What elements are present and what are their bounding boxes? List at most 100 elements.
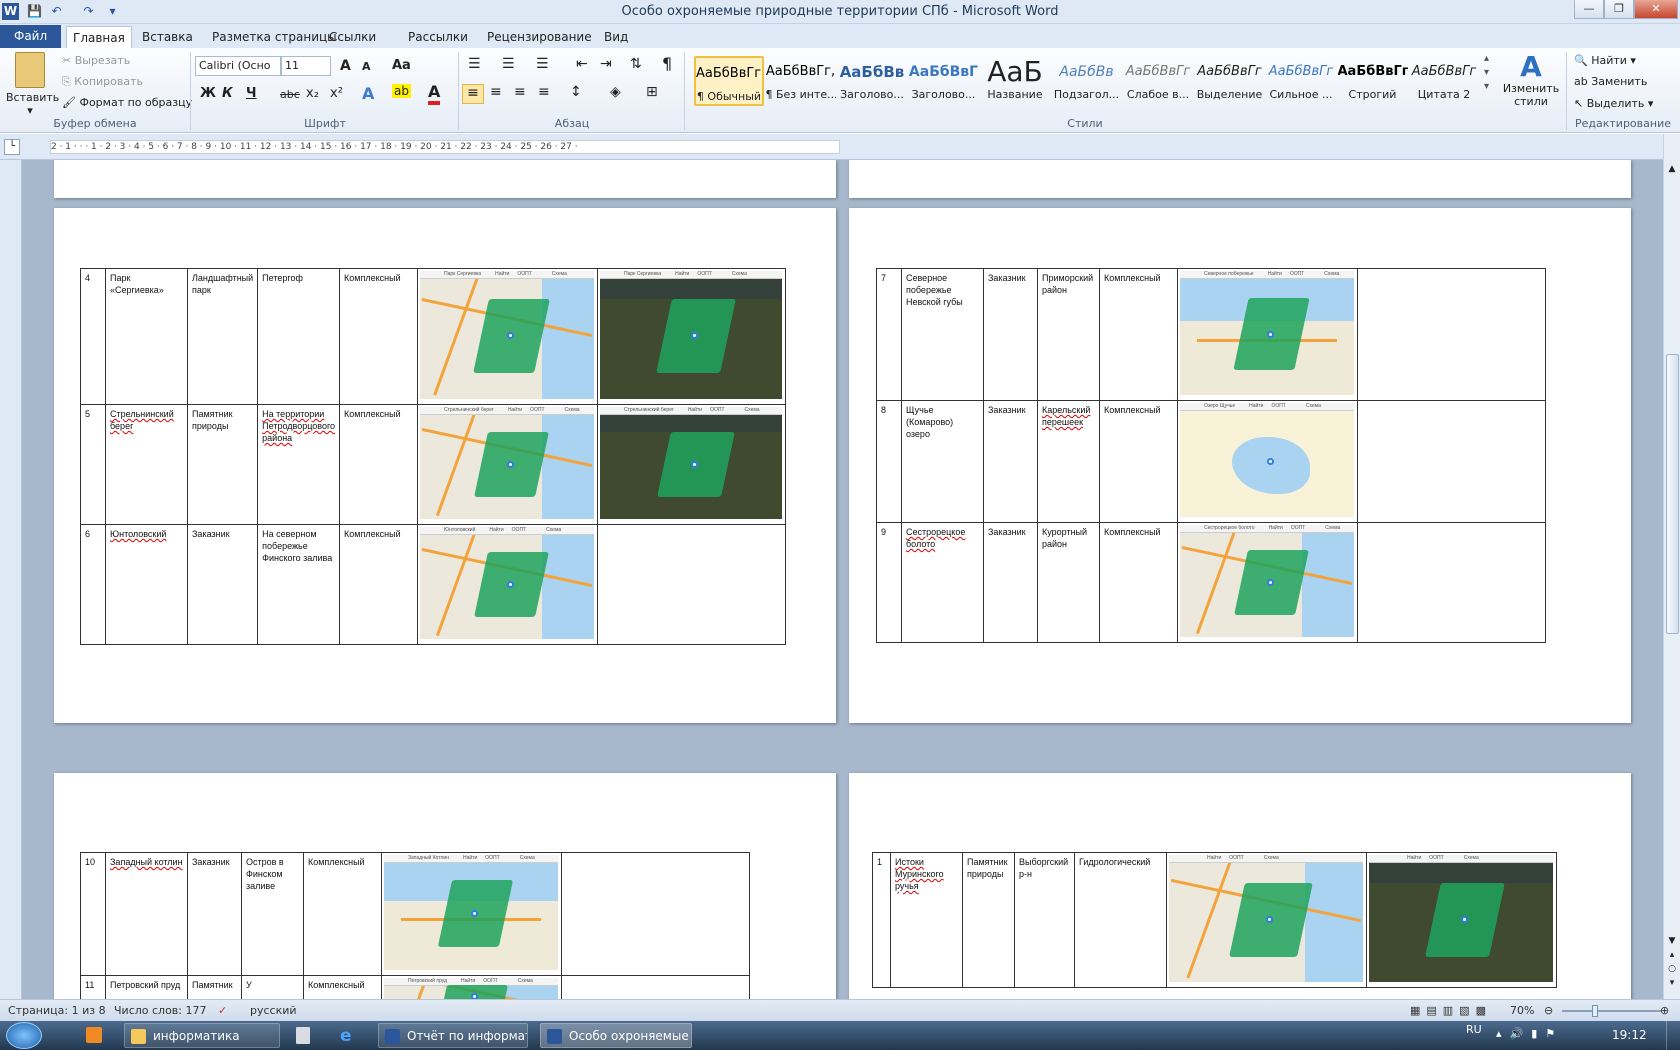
table-cell-map[interactable]: Озеро Щучье Найти ООПТ Схема xyxy=(1177,400,1358,523)
start-button[interactable] xyxy=(6,1022,42,1049)
table-cell-n[interactable]: 7 xyxy=(876,268,902,401)
underline-button[interactable]: Ч xyxy=(246,86,257,101)
tab-view[interactable]: Вид xyxy=(600,26,632,48)
shading-icon[interactable]: ◈ xyxy=(610,84,621,100)
tab-insert[interactable]: Вставка xyxy=(138,26,197,48)
notepad-icon[interactable] xyxy=(296,1027,310,1044)
document-area[interactable]: 4 Парк «Сергиевка» Ландшафтный парк Петерго… xyxy=(0,160,1665,999)
paste-button[interactable]: Вставить ▾ xyxy=(6,52,59,117)
style-item[interactable]: АаБ Название xyxy=(980,56,1050,106)
justify-icon[interactable]: ≡ xyxy=(538,84,550,100)
align-center-icon[interactable]: ≡ xyxy=(490,84,502,100)
table-cell-name[interactable]: Истоки Муринского ручья xyxy=(890,852,963,988)
word-count[interactable]: Число слов: 177 xyxy=(114,1004,207,1017)
clock[interactable]: 19:12 xyxy=(1612,1028,1647,1042)
page-count[interactable]: Страница: 1 из 8 xyxy=(8,1004,106,1017)
align-right-icon[interactable]: ≡ xyxy=(514,84,526,100)
text-effects-button[interactable]: A xyxy=(362,84,374,103)
table-cell-profile[interactable]: Комплексный xyxy=(303,975,382,999)
vertical-ruler[interactable] xyxy=(0,160,22,999)
table-cell-loc[interactable]: На северном побережье Финского залива xyxy=(257,524,341,645)
style-item[interactable]: АаБбВвГг Слабое в... xyxy=(1123,56,1193,106)
tab-mailings[interactable]: Рассылки xyxy=(404,26,472,48)
style-item[interactable]: АаБбВв Подзагол... xyxy=(1052,56,1122,106)
decrease-indent-icon[interactable]: ⇤ xyxy=(576,56,588,72)
table-cell-name[interactable]: Парк «Сергиевка» xyxy=(105,268,188,405)
gallery-scroll[interactable]: ▴ ▾ ▾ xyxy=(1484,52,1489,94)
italic-button[interactable]: К xyxy=(222,86,233,101)
multilevel-list-icon[interactable]: ☰ xyxy=(536,56,549,72)
table-cell-type[interactable]: Памятник xyxy=(187,975,242,999)
style-item[interactable]: АаБбВв Заголово... xyxy=(837,56,907,106)
bold-button[interactable]: Ж xyxy=(200,86,216,101)
scroll-down-icon[interactable]: ▼ ▴ ○ ▾ xyxy=(1666,934,1678,990)
table-cell-map[interactable]: Найти ООПТ Схема xyxy=(1166,852,1367,988)
table-cell-loc[interactable]: Петергоф xyxy=(257,268,341,405)
table-cell-type[interactable]: Заказник xyxy=(983,400,1038,523)
table-cell-n[interactable]: 4 xyxy=(80,268,106,405)
copy-button[interactable]: ⎘ Копировать xyxy=(62,75,143,89)
grow-font-button[interactable]: A xyxy=(340,58,351,74)
table-cell-type[interactable]: Ландшафтный парк xyxy=(186,268,259,405)
media-player-icon[interactable] xyxy=(86,1027,102,1043)
table-cell-profile[interactable]: Комплексный xyxy=(1099,400,1178,523)
tab-file[interactable]: Файл xyxy=(0,25,62,48)
table-cell-profile[interactable]: Комплексный xyxy=(339,404,419,525)
table-cell-n[interactable]: 9 xyxy=(876,522,902,643)
view-buttons[interactable]: ▦▤▥▧▩ xyxy=(1410,1004,1492,1017)
table-cell-type[interactable]: Заказник xyxy=(983,268,1038,401)
horizontal-ruler[interactable]: └ 2 · 1 · · · 1 · 2 · 3 · 4 · 5 · 6 · 7 … xyxy=(0,134,1680,160)
table-cell-type[interactable]: Заказник xyxy=(187,852,242,976)
scroll-thumb[interactable] xyxy=(1666,354,1679,634)
table-cell-n[interactable]: 11 xyxy=(80,975,106,999)
vertical-scrollbar[interactable]: ▲ ▼ ▴ ○ ▾ xyxy=(1663,134,1680,999)
font-size-dropdown[interactable]: 11 xyxy=(281,56,331,76)
table-cell-loc[interactable]: Карельский перешеек xyxy=(1037,400,1100,523)
cut-button[interactable]: ✂ Вырезать xyxy=(62,54,130,67)
table-cell-name[interactable]: Петровский пруд xyxy=(105,975,188,999)
tab-references[interactable]: Ссылки xyxy=(325,26,380,48)
table-cell-map[interactable]: Сестрорецкое болото Найти ООПТ Схема xyxy=(1177,522,1358,643)
sort-icon[interactable]: ⇅ xyxy=(630,56,642,72)
table-cell-map[interactable] xyxy=(1357,522,1546,643)
table-cell-map[interactable] xyxy=(561,852,750,976)
increase-indent-icon[interactable]: ⇥ xyxy=(600,56,612,72)
table-cell-profile[interactable]: Гидрологический xyxy=(1074,852,1167,988)
table-cell-map[interactable]: Стрельнинский берег Найти ООПТ Схема xyxy=(417,404,599,525)
subscript-button[interactable]: x₂ xyxy=(306,86,319,101)
shrink-font-button[interactable]: A xyxy=(362,60,371,73)
style-item[interactable]: АаБбВвГг Выделение xyxy=(1195,56,1265,106)
tray-icons[interactable]: ▴🔊▮⚑ xyxy=(1496,1027,1563,1040)
table-cell-profile[interactable]: Комплексный xyxy=(339,268,419,405)
spellcheck-icon[interactable]: ✓ xyxy=(218,1004,227,1017)
table-cell-map[interactable] xyxy=(561,975,750,999)
zoom-thumb[interactable] xyxy=(1592,1005,1598,1017)
table-cell-name[interactable]: Щучье (Комарово) озеро xyxy=(901,400,984,523)
maximize-button[interactable]: ❐ xyxy=(1604,0,1634,19)
table-cell-loc[interactable]: На территории Петродворцового района xyxy=(257,404,341,525)
numbering-icon[interactable]: ☰ xyxy=(502,56,515,72)
tab-home[interactable]: Главная xyxy=(66,26,132,48)
table-cell-type[interactable]: Памятник природы xyxy=(962,852,1015,988)
style-item[interactable]: АаБбВвГг, Строгий xyxy=(1338,56,1408,106)
zoom-in-icon[interactable]: ⊕ xyxy=(1660,1004,1669,1017)
highlight-button[interactable]: ab xyxy=(392,84,411,98)
style-item[interactable]: АаБбВвГг Сильное ... xyxy=(1266,56,1336,106)
table-cell-map[interactable]: Северное побережье Найти ООПТ Схема xyxy=(1177,268,1358,401)
minimize-button[interactable]: — xyxy=(1574,0,1604,19)
tab-review[interactable]: Рецензирование xyxy=(483,26,596,48)
style-item[interactable]: АаБбВвГг, ¶ Обычный xyxy=(694,56,764,106)
keyboard-layout[interactable]: RU xyxy=(1466,1023,1482,1036)
table-cell-profile[interactable]: Комплексный xyxy=(303,852,382,976)
table-cell-profile[interactable]: Комплексный xyxy=(339,524,419,645)
table-cell-type[interactable]: Заказник xyxy=(983,522,1038,643)
replace-button[interactable]: ab Заменить xyxy=(1574,75,1647,88)
strikethrough-button[interactable]: abc xyxy=(280,88,300,101)
table-cell-name[interactable]: Стрельнинский берег xyxy=(105,404,188,525)
change-case-button[interactable]: Aa xyxy=(392,58,411,73)
show-desktop-button[interactable] xyxy=(1666,1021,1680,1050)
show-marks-button[interactable]: ¶ xyxy=(662,54,672,73)
table-cell-name[interactable]: Западный котлин xyxy=(105,852,188,976)
table-cell-map[interactable]: Стрельнинский берег Найти ООПТ Схема xyxy=(597,404,787,525)
taskbar-item-active-doc[interactable]: Особо охроняемые ... xyxy=(540,1023,692,1048)
